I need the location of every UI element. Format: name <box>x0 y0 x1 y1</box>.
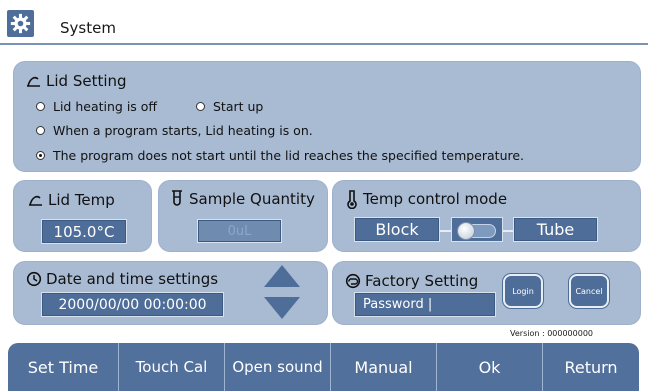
lid-icon <box>29 195 42 206</box>
tube-mode-button[interactable]: Tube <box>513 217 598 242</box>
radio-start-up[interactable]: Start up <box>196 99 263 114</box>
tube-icon <box>172 190 182 206</box>
temp-mode-toggle[interactable] <box>451 217 503 242</box>
return-button[interactable]: Return <box>543 343 639 391</box>
radio-label: Start up <box>213 99 264 114</box>
lid-temp-field[interactable]: 105.0°C <box>41 219 127 244</box>
sample-quantity-title: Sample Quantity <box>189 190 315 208</box>
toggle-track <box>457 222 496 240</box>
radio-button-selected[interactable] <box>36 151 45 160</box>
toggle-knob[interactable] <box>457 222 475 240</box>
open-sound-button[interactable]: Open sound <box>225 343 331 391</box>
ok-button[interactable]: Ok <box>437 343 543 391</box>
radio-lid-heating-off[interactable]: Lid heating is off <box>36 99 157 114</box>
lid-setting-panel: Lid Setting Lid heating is off Start up … <box>13 61 641 172</box>
set-time-button[interactable]: Set Time <box>8 343 119 391</box>
factory-setting-title: Factory Setting <box>365 272 479 290</box>
temp-control-title: Temp control mode <box>363 190 508 208</box>
password-input[interactable]: Password | <box>354 292 496 317</box>
factory-setting-panel: Factory Setting Password | Login Cancel <box>332 261 641 325</box>
title-bar: System <box>0 0 648 46</box>
radio-lid-heating-on-start[interactable]: When a program starts, Lid heating is on… <box>36 123 313 138</box>
lid-temp-panel: Lid Temp 105.0°C <box>13 180 152 252</box>
lid-icon <box>27 76 40 87</box>
lid-temp-title: Lid Temp <box>48 191 115 209</box>
title-divider <box>0 43 648 45</box>
radio-label: When a program starts, Lid heating is on… <box>53 123 313 138</box>
datetime-title: Date and time settings <box>46 270 219 288</box>
radio-button[interactable] <box>196 102 205 111</box>
radio-label: Lid heating is off <box>53 99 158 114</box>
sample-quantity-panel: Sample Quantity 0uL <box>158 180 328 252</box>
bottom-toolbar: Set Time Touch Cal Open sound Manual Ok … <box>8 343 639 391</box>
datetime-field[interactable]: 2000/00/00 00:00:00 <box>41 292 224 317</box>
radio-button[interactable] <box>36 126 45 135</box>
login-button[interactable]: Login <box>503 274 543 308</box>
back-arrow-icon <box>345 273 361 289</box>
clock-icon <box>26 271 42 287</box>
radio-wait-for-lid-temp[interactable]: The program does not start until the lid… <box>36 148 524 163</box>
increment-arrow-icon[interactable] <box>264 265 300 287</box>
datetime-panel: Date and time settings 2000/00/00 00:00:… <box>13 261 328 325</box>
radio-button[interactable] <box>36 102 45 111</box>
temp-control-panel: Temp control mode Block Tube <box>332 180 641 252</box>
thermometer-icon <box>347 190 357 209</box>
block-mode-button[interactable]: Block <box>354 217 440 242</box>
page-title: System <box>60 19 116 37</box>
cancel-button[interactable]: Cancel <box>569 274 609 308</box>
lid-setting-title: Lid Setting <box>46 72 127 90</box>
decrement-arrow-icon[interactable] <box>264 297 300 319</box>
sample-quantity-field[interactable]: 0uL <box>197 219 282 243</box>
radio-label: The program does not start until the lid… <box>53 148 525 163</box>
touch-cal-button[interactable]: Touch Cal <box>119 343 225 391</box>
manual-button[interactable]: Manual <box>331 343 437 391</box>
gear-icon <box>7 10 34 37</box>
version-label: Version : 000000000 <box>510 329 594 338</box>
